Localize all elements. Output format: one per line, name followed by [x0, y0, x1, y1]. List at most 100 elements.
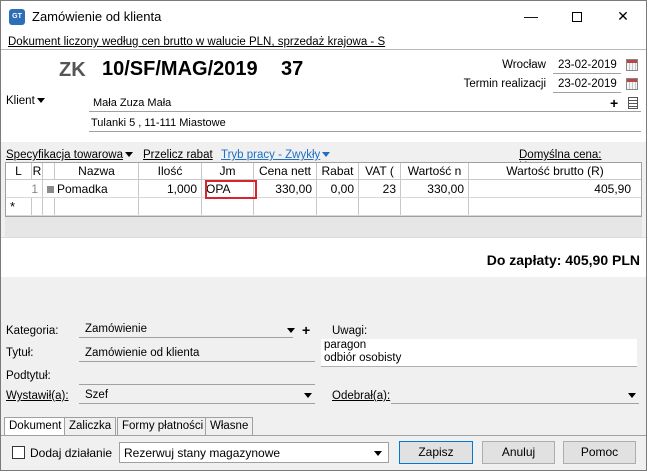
calendar-icon[interactable]: [626, 78, 638, 90]
empty-cell[interactable]: [32, 198, 43, 215]
column-header-wartosc-netto[interactable]: Wartość n: [401, 163, 469, 179]
calendar-icon[interactable]: [626, 59, 638, 71]
maximize-button[interactable]: [554, 1, 600, 32]
add-client-icon[interactable]: +: [610, 96, 618, 110]
document-info-bar[interactable]: Dokument liczony według cen brutto w wal…: [1, 32, 646, 50]
tab-formy-platnosci[interactable]: Formy płatności: [117, 417, 209, 435]
specification-dropdown[interactable]: Specyfikacja towarowa: [6, 149, 133, 161]
quantity-cell[interactable]: 1,000: [139, 180, 202, 197]
new-row[interactable]: *: [6, 198, 641, 216]
empty-cell[interactable]: [401, 198, 469, 215]
notes-line: odbiór osobisty: [324, 352, 402, 364]
recalculate-discount-link[interactable]: Przelicz rabat: [143, 149, 213, 161]
bottom-bar: Dodaj działanie Rezerwuj stany magazynow…: [1, 435, 646, 470]
deadline-label: Termin realizacji: [463, 78, 546, 90]
column-header-nazwa[interactable]: Nazwa: [55, 163, 139, 179]
help-button[interactable]: Pomoc: [563, 441, 636, 464]
column-header-vat[interactable]: VAT (: [359, 163, 401, 179]
title-field[interactable]: Zamówienie od klienta: [85, 347, 199, 359]
row-number: 1: [6, 180, 43, 197]
item-name: Pomadka: [57, 182, 108, 196]
column-header-rabat[interactable]: Rabat: [317, 163, 359, 179]
vat-cell[interactable]: 23: [359, 180, 401, 197]
reservation-select[interactable]: Rezerwuj stany magazynowe: [119, 442, 389, 463]
tab-zaliczka[interactable]: Zaliczka: [64, 417, 117, 435]
received-by-field[interactable]: [391, 403, 639, 404]
notes-label: Uwagi:: [332, 325, 368, 337]
client-name-field[interactable]: Mała Zuza Mała: [93, 97, 171, 109]
chevron-down-icon[interactable]: [287, 328, 295, 333]
client-address: Tulanki 5 , 11-111 Miastowe: [91, 117, 226, 129]
document-info-text: Dokument liczony według cen brutto w wal…: [8, 36, 386, 48]
net-value-cell[interactable]: 330,00: [401, 180, 469, 197]
empty-cell[interactable]: [469, 198, 641, 215]
column-header-jm[interactable]: Jm: [202, 163, 254, 179]
net-price-cell[interactable]: 330,00: [254, 180, 317, 197]
deadline-date-field[interactable]: 23-02-2019: [558, 78, 617, 90]
item-name-cell[interactable]: Pomadka: [43, 180, 139, 197]
column-header-ilosc[interactable]: Ilość: [139, 163, 202, 179]
tab-dokument[interactable]: Dokument: [4, 417, 67, 436]
issued-by-underline: [79, 403, 315, 404]
unit-cell-highlight: [205, 180, 257, 199]
new-row-marker: *: [6, 198, 32, 215]
order-window: GT Zamówienie od klienta — ✕ Dokument li…: [0, 0, 647, 471]
column-header-l[interactable]: L: [6, 163, 32, 179]
column-header-r[interactable]: R: [32, 163, 43, 179]
minimize-button[interactable]: —: [508, 1, 554, 32]
client-list-icon[interactable]: [628, 97, 638, 109]
issued-by-field[interactable]: Szef: [85, 389, 108, 401]
issue-date-field[interactable]: 23-02-2019: [558, 59, 617, 71]
discount-cell[interactable]: 0,00: [317, 180, 359, 197]
client-address-underline: [89, 131, 641, 132]
items-grid[interactable]: L R Nazwa Ilość Jm Cena nett Rabat VAT (…: [5, 162, 642, 217]
chevron-down-icon: [36, 98, 45, 104]
chevron-down-icon: [124, 152, 133, 158]
row-marker-icon: [47, 186, 54, 194]
table-row[interactable]: 1 Pomadka 1,000 OPA 330,00 0,00 23 330,0…: [6, 180, 641, 198]
category-label: Kategoria:: [6, 325, 59, 337]
grid-empty-area: [5, 217, 642, 237]
empty-cell[interactable]: [139, 198, 202, 215]
reservation-value: Rezerwuj stany magazynowe: [124, 446, 281, 460]
column-header-cena-netto[interactable]: Cena nett: [254, 163, 317, 179]
received-by-label: Odebrał(a):: [332, 390, 390, 402]
maximize-icon: [572, 12, 582, 23]
column-header-wartosc-brutto[interactable]: Wartość brutto (R): [469, 163, 641, 179]
empty-cell[interactable]: [55, 198, 139, 215]
save-button[interactable]: Zapisz: [399, 441, 473, 464]
chevron-down-icon[interactable]: [628, 393, 636, 398]
issued-by-label: Wystawił(a):: [6, 390, 69, 402]
grid-header: L R Nazwa Ilość Jm Cena nett Rabat VAT (…: [6, 163, 641, 180]
chevron-down-icon[interactable]: [304, 393, 312, 398]
subtitle-field[interactable]: [79, 384, 315, 385]
cancel-button[interactable]: Anuluj: [482, 441, 555, 464]
empty-cell[interactable]: [254, 198, 317, 215]
title-underline: [79, 361, 315, 362]
deadline-date-underline: [553, 92, 621, 93]
issue-date-underline: [553, 73, 621, 74]
gross-value-cell[interactable]: 405,90: [469, 180, 641, 197]
tab-wlasne[interactable]: Własne: [205, 417, 254, 435]
empty-cell[interactable]: [359, 198, 401, 215]
specification-label: Specyfikacja towarowa: [6, 149, 123, 161]
add-action-checkbox[interactable]: [12, 446, 25, 459]
app-logo-icon: GT: [9, 9, 25, 25]
document-number[interactable]: 10/SF/MAG/2019: [102, 58, 258, 81]
document-header: ZK 10/SF/MAG/2019 37 Wrocław 23-02-2019 …: [1, 50, 646, 142]
tab-strip: Dokument Zaliczka Formy płatności Własne: [1, 417, 646, 436]
work-mode-label: Tryb pracy - Zwykły: [221, 149, 321, 161]
category-field[interactable]: Zamówienie: [85, 323, 147, 335]
add-category-icon[interactable]: +: [302, 323, 310, 337]
client-dropdown[interactable]: Klient: [6, 95, 45, 107]
document-sequence: 37: [281, 58, 304, 80]
work-mode-dropdown[interactable]: Tryb pracy - Zwykły: [221, 149, 331, 161]
empty-cell[interactable]: [317, 198, 359, 215]
notes-field[interactable]: paragon odbiór osobisty: [321, 339, 637, 367]
category-underline: [79, 337, 293, 338]
title-label: Tytuł:: [6, 347, 34, 359]
empty-cell[interactable]: [43, 198, 55, 215]
window-title: Zamówienie od klienta: [32, 9, 162, 24]
close-button[interactable]: ✕: [600, 1, 646, 32]
empty-cell[interactable]: [202, 198, 254, 215]
